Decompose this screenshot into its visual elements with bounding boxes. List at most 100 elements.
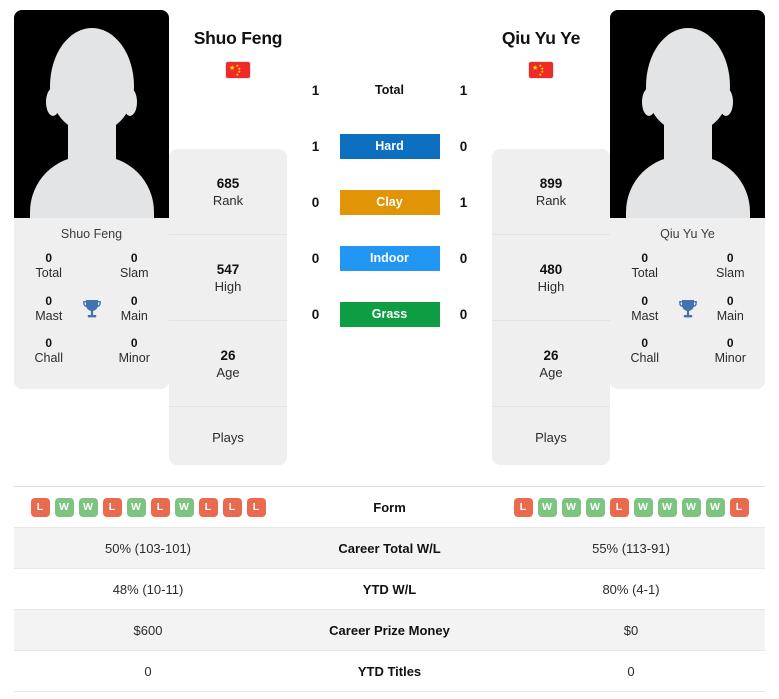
- h2h-clay-right-score: 1: [459, 194, 468, 210]
- right-title-minor-label: Minor: [714, 351, 746, 366]
- h2h-hard-left-score: 1: [311, 138, 320, 154]
- right-title-slam-label: Slam: [716, 266, 745, 280]
- right-title-chall-value: 0: [641, 336, 649, 351]
- form-badge-win: W: [537, 497, 557, 517]
- left-high-cell: 547 High: [169, 235, 287, 321]
- form-badge-loss: L: [198, 497, 218, 517]
- left-form-cell: LWWLWLWLLL: [14, 497, 282, 517]
- left-high-value: 547: [216, 261, 240, 277]
- right-title-main-value: 0: [726, 293, 734, 308]
- left-plays-label: Plays: [212, 429, 244, 445]
- right-title-total-label: Total: [631, 266, 658, 280]
- form-badge-win: W: [585, 497, 605, 517]
- h2h-total-label: Total: [375, 82, 404, 97]
- right-age-value: 26: [543, 347, 559, 363]
- row-label-career-total-wl: Career Total W/L: [338, 540, 441, 556]
- right-player-photo: [610, 10, 765, 218]
- left-title-main-label: Main: [120, 308, 148, 323]
- right-player-card: Qiu Yu Ye 0 Total 0 Slam 0 Mast 0 Main 0…: [610, 10, 765, 389]
- left-rank-value: 685: [216, 175, 240, 191]
- h2h-grass-right-score: 0: [459, 306, 468, 322]
- right-title-mast-label: Mast: [631, 308, 659, 323]
- left-title-main: 0 Main: [108, 294, 162, 325]
- left-rank-label: Rank: [212, 192, 244, 208]
- left-rank-cell: 685 Rank: [169, 149, 287, 235]
- left-plays-cell: Plays: [169, 407, 287, 465]
- right-trophy-cell: [672, 297, 704, 321]
- left-form-badges: LWWLWLWLLL: [14, 497, 282, 517]
- left-rank-column: 685 Rank 547 High 26 Age Plays: [169, 149, 287, 465]
- player-comparison-page: Shuo Feng 0 Total 0 Slam 0 Mast 0 Main 0…: [0, 0, 779, 699]
- form-badge-loss: L: [513, 497, 533, 517]
- left-titles-grid: 0 Total 0 Slam 0 Mast 0 Main 0 Chall 0 M…: [14, 245, 169, 381]
- table-row-career-prize-money: $600 Career Prize Money $0: [14, 610, 765, 651]
- form-badge-win: W: [633, 497, 653, 517]
- left-photo-caption: Shuo Feng: [60, 227, 123, 241]
- left-title-chall-value: 0: [45, 336, 53, 351]
- left-career-total-wl: 50% (103-101): [105, 540, 191, 556]
- left-title-mast-value: 0: [45, 293, 53, 308]
- left-title-slam-label: Slam: [120, 266, 149, 280]
- left-high-label: High: [214, 278, 242, 294]
- left-ytd-wl: 48% (10-11): [112, 581, 184, 597]
- form-badge-loss: L: [729, 497, 749, 517]
- form-badge-win: W: [657, 497, 677, 517]
- right-title-main-label: Main: [716, 308, 744, 323]
- form-badge-win: W: [78, 497, 98, 517]
- right-high-label: High: [537, 278, 565, 294]
- left-title-total-label: Total: [35, 266, 62, 280]
- h2h-surface-column: 1 Total 1 1 Hard 0 0 Clay 1 0 Indoor 0 0: [287, 10, 492, 342]
- right-title-total: 0 Total: [618, 251, 672, 282]
- avatar-ear-left-icon: [46, 88, 60, 116]
- h2h-total-left-score: 1: [311, 82, 320, 98]
- h2h-row-grass: 0 Grass 0: [287, 286, 492, 342]
- table-row-ytd-titles: 0 YTD Titles 0: [14, 651, 765, 692]
- left-title-minor-value: 0: [130, 336, 138, 351]
- right-title-minor-value: 0: [726, 336, 734, 351]
- form-badge-win: W: [174, 497, 194, 517]
- left-player-photo: [14, 10, 169, 218]
- table-row-career-total-wl: 50% (103-101) Career Total W/L 55% (113-…: [14, 528, 765, 569]
- left-title-slam-value: 0: [130, 251, 138, 265]
- form-badge-win: W: [681, 497, 701, 517]
- form-badge-loss: L: [150, 497, 170, 517]
- left-title-total-value: 0: [45, 251, 53, 265]
- right-ytd-wl: 80% (4-1): [602, 581, 660, 597]
- left-title-total: 0 Total: [22, 251, 76, 282]
- right-title-slam: 0 Slam: [704, 251, 758, 282]
- left-title-chall: 0 Chall: [22, 336, 76, 367]
- right-ytd-titles: 0: [627, 663, 635, 679]
- left-age-label: Age: [216, 364, 240, 380]
- form-badge-win: W: [126, 497, 146, 517]
- h2h-indoor-chip[interactable]: Indoor: [339, 245, 440, 271]
- right-player-column: Qiu Yu Ye 0 Total 0 Slam 0 Mast 0 Main 0…: [610, 10, 765, 389]
- right-rank-column: 899 Rank 480 High 26 Age Plays: [492, 149, 610, 465]
- right-rank-label: Rank: [535, 192, 567, 208]
- right-plays-cell: Plays: [492, 407, 610, 465]
- left-title-main-value: 0: [130, 293, 138, 308]
- right-career-total-wl: 55% (113-91): [592, 540, 670, 556]
- h2h-clay-chip[interactable]: Clay: [339, 189, 440, 215]
- h2h-hard-chip[interactable]: Hard: [339, 133, 440, 159]
- left-ytd-titles: 0: [144, 663, 152, 679]
- right-title-mast: 0 Mast: [618, 294, 672, 325]
- form-badge-loss: L: [30, 497, 50, 517]
- left-title-minor-label: Minor: [118, 351, 150, 366]
- left-career-prize-money: $600: [133, 622, 163, 638]
- form-badge-loss: L: [102, 497, 122, 517]
- h2h-grass-chip[interactable]: Grass: [339, 301, 440, 327]
- table-row-ytd-wl: 48% (10-11) YTD W/L 80% (4-1): [14, 569, 765, 610]
- table-row-form: LWWLWLWLLL Form LWWWLWWWWL: [14, 487, 765, 528]
- right-photo-caption: Qiu Yu Ye: [660, 227, 715, 241]
- right-rank-cell: 899 Rank: [492, 149, 610, 235]
- row-label-ytd-wl: YTD W/L: [362, 581, 417, 597]
- h2h-hard-right-score: 0: [459, 138, 468, 154]
- right-title-main: 0 Main: [704, 294, 758, 325]
- h2h-total-right-score: 1: [459, 82, 468, 98]
- avatar-body-icon: [29, 156, 154, 218]
- right-plays-label: Plays: [535, 429, 567, 445]
- right-form-cell: LWWWLWWWWL: [497, 497, 765, 517]
- right-career-prize-money: $0: [623, 622, 639, 638]
- right-titles-grid: 0 Total 0 Slam 0 Mast 0 Main 0 Chall 0 M…: [610, 245, 765, 381]
- right-title-minor: 0 Minor: [704, 336, 758, 367]
